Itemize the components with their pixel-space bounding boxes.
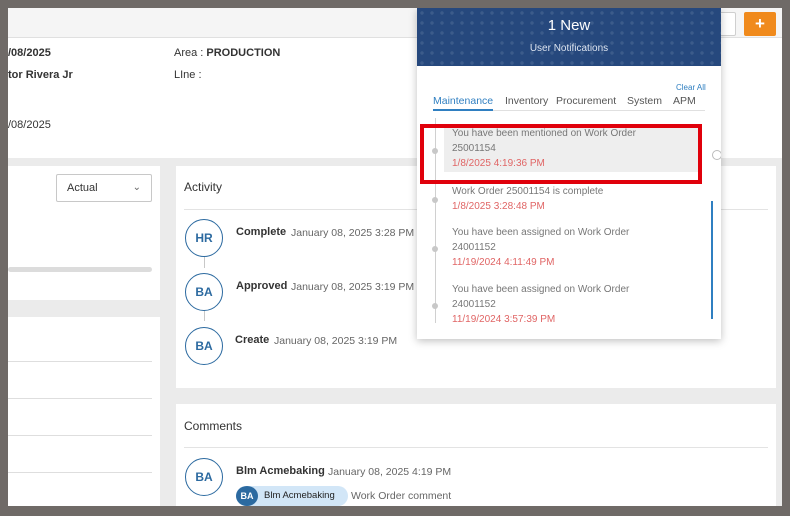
clear-all-link[interactable]: Clear All — [676, 83, 706, 92]
left-panel-list — [8, 317, 160, 506]
timeline-dot — [432, 303, 438, 309]
highlight-annotation — [420, 124, 702, 184]
tab-system[interactable]: System — [627, 95, 662, 107]
activity-title: Activity — [184, 180, 223, 194]
notifications-count: 1 New — [547, 17, 591, 34]
notification-message-line2: 24001152 — [452, 299, 496, 310]
notification-item[interactable]: Work Order 25001154 is complete 1/8/2025… — [444, 182, 698, 218]
info-date-2: /08/2025 — [8, 119, 51, 131]
area-label-text: Area : — [174, 47, 207, 59]
mention-name: Blm Acmebaking — [264, 490, 335, 501]
tab-apm[interactable]: APM — [673, 95, 696, 107]
avatar: BA — [185, 273, 223, 311]
view-select[interactable]: Actual ⌄ — [56, 174, 152, 202]
app-window: + /08/2025 tor Rivera Jr /08/2025 Area :… — [8, 8, 782, 506]
horizontal-scrollbar[interactable] — [8, 267, 152, 272]
notification-date: 1/8/2025 3:28:48 PM — [452, 201, 545, 212]
avatar: BA — [185, 327, 223, 365]
timeline-dot — [432, 197, 438, 203]
activity-date: January 08, 2025 3:28 PM — [291, 227, 415, 239]
add-button[interactable]: + — [744, 12, 776, 36]
notification-message: Work Order 25001154 is complete — [452, 186, 604, 197]
tab-maintenance[interactable]: Maintenance — [433, 95, 493, 107]
mention-avatar: BA — [236, 486, 258, 506]
tab-inventory[interactable]: Inventory — [505, 95, 548, 107]
info-date: /08/2025 — [8, 47, 51, 59]
notification-message: You have been assigned on Work Order — [452, 284, 630, 295]
comments-title: Comments — [184, 419, 243, 433]
avatar: HR — [185, 219, 223, 257]
active-tab-indicator — [433, 109, 493, 111]
timeline-dot — [432, 246, 438, 252]
notification-item[interactable]: You have been assigned on Work Order 240… — [444, 280, 698, 323]
comment-author: Blm Acmebaking — [236, 465, 325, 477]
chevron-down-icon: ⌄ — [132, 182, 141, 193]
notification-scrollbar[interactable] — [711, 201, 713, 319]
activity-date: January 08, 2025 3:19 PM — [291, 281, 415, 293]
notification-date: 11/19/2024 4:11:49 PM — [452, 257, 555, 268]
line-label: LIne : — [174, 69, 202, 81]
list-divider — [8, 398, 152, 399]
activity-action: Complete — [236, 226, 287, 238]
comment-text: Work Order comment — [351, 490, 452, 502]
list-divider — [8, 435, 152, 436]
info-person: tor Rivera Jr — [8, 69, 73, 81]
comments-divider — [184, 447, 768, 448]
activity-action: Create — [235, 334, 270, 346]
view-select-value: Actual — [67, 182, 98, 194]
notification-message-line2: 24001152 — [452, 242, 496, 253]
list-divider — [8, 361, 152, 362]
notifications-header: 1 New User Notifications — [417, 8, 721, 66]
notifications-subtitle: User Notifications — [529, 43, 609, 54]
area-label: Area : PRODUCTION — [174, 47, 280, 59]
area-value: PRODUCTION — [206, 47, 281, 59]
activity-date: January 08, 2025 3:19 PM — [274, 335, 398, 347]
close-circle-icon[interactable] — [712, 150, 721, 160]
list-divider — [8, 472, 152, 473]
avatar: BA — [185, 458, 223, 496]
comment-date: January 08, 2025 4:19 PM — [328, 466, 452, 478]
tab-procurement[interactable]: Procurement — [556, 95, 616, 107]
notification-date: 11/19/2024 3:57:39 PM — [452, 314, 556, 323]
activity-action: Approved — [236, 280, 288, 292]
notification-item[interactable]: You have been assigned on Work Order 240… — [444, 223, 698, 273]
mention-chip[interactable]: BA Blm Acmebaking — [236, 486, 348, 506]
notification-message: You have been assigned on Work Order — [452, 227, 630, 238]
